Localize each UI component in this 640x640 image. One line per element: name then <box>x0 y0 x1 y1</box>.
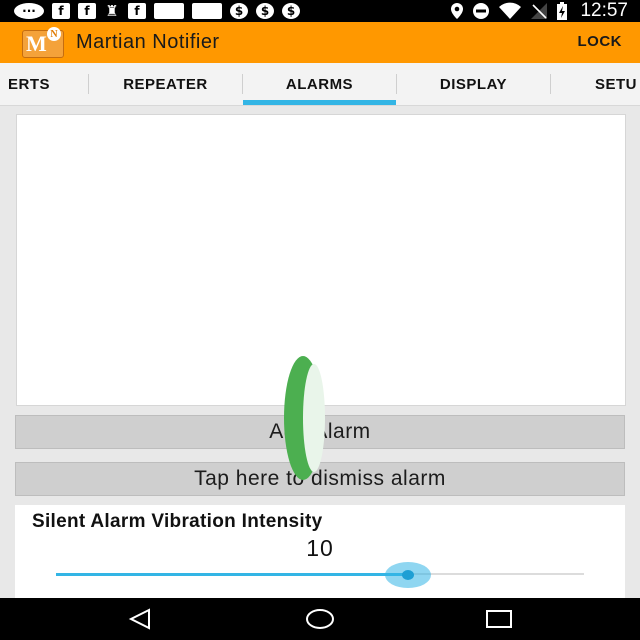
tab-setup[interactable]: SETU <box>551 63 640 105</box>
floating-ring-overlay[interactable] <box>283 355 328 481</box>
keyboard-icon: ··· <box>14 3 44 19</box>
status-bar: ··· f f ♜ f $ $ $ 12:57 <box>0 0 640 22</box>
facebook-icon: f <box>128 3 146 19</box>
slider-fill <box>56 573 409 576</box>
wifi-icon <box>499 2 522 19</box>
image-icon <box>154 3 184 19</box>
chess-piece-icon: ♜ <box>105 2 119 20</box>
battery-charging-icon <box>557 2 568 20</box>
notification-icons: ··· f f ♜ f $ $ $ <box>14 2 300 20</box>
screen: ··· f f ♜ f $ $ $ 12:57 M N Martian Noti… <box>0 0 640 640</box>
tab-selected-indicator <box>243 100 396 105</box>
dollar-icon: $ <box>282 3 300 19</box>
facebook-icon: f <box>78 3 96 19</box>
dollar-icon: $ <box>230 3 248 19</box>
navigation-bar <box>0 598 640 640</box>
system-icons: 12:57 <box>450 0 628 21</box>
no-signal-icon <box>531 3 548 19</box>
back-button[interactable] <box>118 604 162 634</box>
do-not-disturb-icon <box>473 3 490 19</box>
app-logo: M N <box>22 27 64 58</box>
tab-repeater[interactable]: REPEATER <box>89 63 242 105</box>
lock-button[interactable]: LOCK <box>578 33 623 50</box>
back-icon <box>128 608 150 630</box>
recent-apps-button[interactable] <box>477 604 521 634</box>
logo-letter: M <box>26 31 47 56</box>
dollar-icon: $ <box>256 3 274 19</box>
vibration-intensity-value: 10 <box>306 535 334 561</box>
vibration-intensity-title: Silent Alarm Vibration Intensity <box>32 511 323 532</box>
tab-alarms[interactable]: ALARMS <box>243 63 396 105</box>
vibration-intensity-card: Silent Alarm Vibration Intensity 10 <box>15 505 625 598</box>
app-title: Martian Notifier <box>76 31 220 53</box>
logo-badge: N <box>47 27 61 41</box>
image-icon <box>192 3 222 19</box>
tab-alerts[interactable]: ERTS <box>0 63 88 105</box>
recent-apps-icon <box>486 610 512 628</box>
facebook-icon: f <box>52 3 70 19</box>
vibration-intensity-slider[interactable] <box>56 562 584 588</box>
location-icon <box>451 3 464 19</box>
home-button[interactable] <box>298 604 342 634</box>
app-bar: M N Martian Notifier LOCK <box>0 22 640 63</box>
clock: 12:57 <box>580 0 628 21</box>
tab-display[interactable]: DISPLAY <box>397 63 550 105</box>
home-icon <box>306 609 334 629</box>
